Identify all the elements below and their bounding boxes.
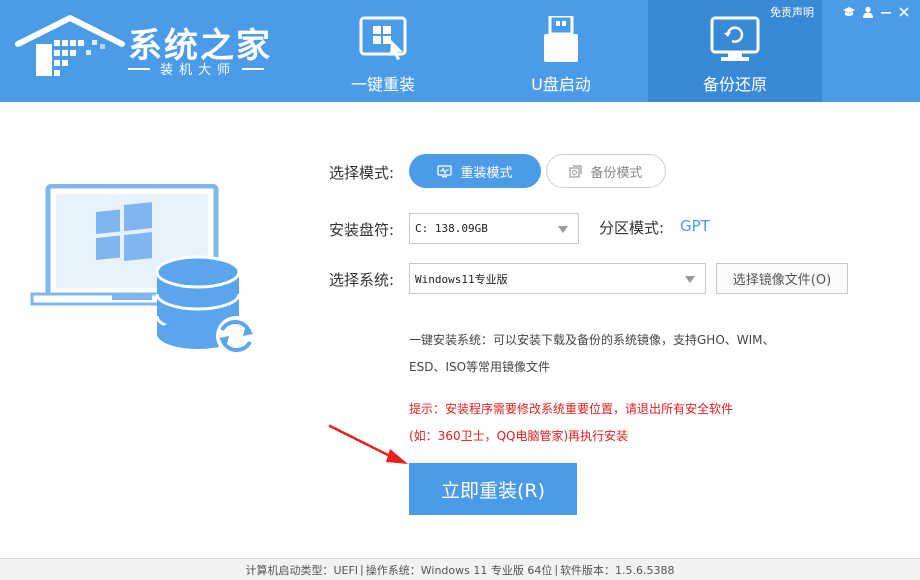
main-content: 选择模式: 重装模式 备份模式 安装盘符: C: 138.09GB 分区模式: … (0, 102, 920, 558)
windows-install-icon (359, 16, 407, 60)
backup-copy-icon (569, 164, 583, 178)
title-bar: 系统之家 装机大师 一键重装 U盘启动 备份还原 免责声明 (0, 0, 920, 102)
logo-subtitle: 装机大师 (128, 59, 265, 78)
partition-label: 分区模式: (599, 219, 665, 237)
warning-line-1: 提示：安装程序需要修改系统重要位置，请退出所有安全软件 (409, 402, 734, 416)
backup-mode-button[interactable]: 备份模式 (546, 154, 666, 188)
red-arrow-icon (328, 424, 408, 464)
os-text: 操作系统：Windows 11 专业版 64位 (365, 563, 553, 577)
reinstall-mode-button[interactable]: 重装模式 (409, 154, 541, 188)
footer-separator: | (554, 563, 559, 576)
version-text: 软件版本：1.5.6.5388 (560, 563, 675, 577)
dash-decoration (242, 67, 265, 70)
description-line-2: ESD、ISO等常用镜像文件 (409, 360, 551, 374)
laptop-database-illustration (30, 184, 256, 356)
system-label: 选择系统: (329, 271, 395, 289)
chevron-down-icon (558, 226, 568, 233)
window-controls: 免责声明 (770, 4, 910, 20)
warning-line-2: (如：360卫士，QQ电脑管家)再执行安装 (409, 429, 629, 443)
backup-restore-icon (710, 16, 760, 61)
browse-image-button[interactable]: 选择镜像文件(O) (716, 263, 848, 294)
disk-label: 安装盘符: (329, 221, 395, 239)
pulse-monitor-icon (437, 164, 453, 177)
footer-separator: | (360, 563, 364, 576)
system-select[interactable]: Windows11专业版 (409, 263, 706, 294)
close-icon[interactable] (898, 6, 910, 18)
mode-label: 选择模式: (329, 164, 395, 182)
chevron-down-icon (685, 276, 695, 283)
tab-usb-boot[interactable]: U盘启动 (474, 0, 648, 102)
house-logo-icon (15, 15, 125, 76)
usb-drive-icon (544, 16, 578, 62)
minimize-icon[interactable] (880, 6, 892, 18)
tab-one-key-install[interactable]: 一键重装 (296, 0, 470, 102)
status-bar: 计算机启动类型：UEFI | 操作系统：Windows 11 专业版 64位 |… (0, 558, 920, 580)
install-now-button[interactable]: 立即重装(R) (409, 463, 577, 515)
user-icon[interactable] (862, 6, 874, 18)
disclaimer-link[interactable]: 免责声明 (770, 4, 814, 20)
description-line-1: 一键安装系统：可以安装下载及备份的系统镜像，支持GHO、WIM、 (409, 333, 775, 347)
boot-type-text: 计算机启动类型：UEFI (245, 563, 359, 577)
graduation-cap-icon[interactable] (842, 6, 856, 18)
partition-value: GPT (680, 217, 710, 235)
disk-select[interactable]: C: 138.09GB (409, 213, 579, 244)
dash-decoration (128, 67, 150, 70)
